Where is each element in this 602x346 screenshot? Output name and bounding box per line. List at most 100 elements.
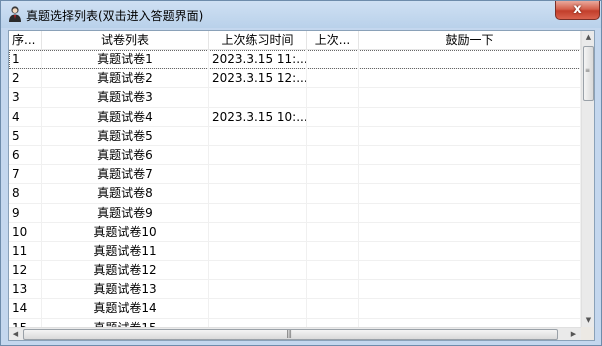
window-title: 真题选择列表(双击进入答题界面) xyxy=(26,9,204,23)
encouragement xyxy=(359,107,581,127)
row-number: 1 xyxy=(9,50,42,69)
last-score xyxy=(307,126,359,146)
last-score xyxy=(307,299,359,319)
table-row[interactable]: 13 真题试卷13 xyxy=(9,280,581,300)
last-practice-time xyxy=(209,241,307,261)
encouragement xyxy=(359,184,581,204)
table-row[interactable]: 8 真题试卷8 xyxy=(9,184,581,204)
encouragement xyxy=(359,165,581,185)
last-practice-time xyxy=(209,280,307,300)
row-number: 2 xyxy=(9,69,42,89)
scroll-down-icon[interactable]: ▼ xyxy=(582,314,594,327)
exam-name: 真题试卷9 xyxy=(42,203,209,223)
table-row[interactable]: 2 真题试卷2 2023.3.15 12:... xyxy=(9,69,581,89)
row-number: 9 xyxy=(9,203,42,223)
column-header-exam-list[interactable]: 试卷列表 xyxy=(42,31,209,49)
exam-name: 真题试卷8 xyxy=(42,184,209,204)
last-practice-time xyxy=(209,203,307,223)
last-score xyxy=(307,165,359,185)
encouragement xyxy=(359,299,581,319)
last-practice-time: 2023.3.15 11:... xyxy=(209,50,307,69)
exam-name: 真题试卷3 xyxy=(42,88,209,108)
encouragement xyxy=(359,69,581,89)
last-score xyxy=(307,88,359,108)
horizontal-scroll-thumb[interactable]: ||| xyxy=(23,329,558,340)
table-row[interactable]: 4 真题试卷4 2023.3.15 10:... xyxy=(9,107,581,127)
person-icon xyxy=(9,6,21,22)
title-bar[interactable]: 真题选择列表(双击进入答题界面) x xyxy=(1,1,601,27)
last-score xyxy=(307,280,359,300)
last-practice-time xyxy=(209,299,307,319)
last-score xyxy=(307,107,359,127)
exam-name: 真题试卷12 xyxy=(42,261,209,281)
close-button[interactable]: x xyxy=(555,1,600,20)
close-icon: x xyxy=(573,2,582,17)
last-score xyxy=(307,69,359,89)
table-row[interactable]: 1 真题试卷1 2023.3.15 11:... xyxy=(9,50,581,70)
encouragement xyxy=(359,145,581,165)
exam-name: 真题试卷5 xyxy=(42,126,209,146)
exam-name: 真题试卷1 xyxy=(42,50,209,69)
table-body: 1 真题试卷1 2023.3.15 11:... 2 真题试卷2 2023.3.… xyxy=(9,50,581,338)
grip-icon: ||| xyxy=(286,329,292,338)
scroll-left-icon[interactable]: ◀ xyxy=(9,328,22,340)
table-row[interactable]: 7 真题试卷7 xyxy=(9,165,581,185)
table-row[interactable]: 9 真题试卷9 xyxy=(9,203,581,223)
row-number: 3 xyxy=(9,88,42,108)
scroll-up-icon[interactable]: ▲ xyxy=(582,31,594,44)
last-practice-time xyxy=(209,261,307,281)
grip-icon: ≡ xyxy=(585,67,590,74)
row-number: 6 xyxy=(9,145,42,165)
table-row[interactable]: 6 真题试卷6 xyxy=(9,145,581,166)
exam-name: 真题试卷11 xyxy=(42,241,209,261)
last-practice-time xyxy=(209,145,307,165)
table-row[interactable]: 5 真题试卷5 xyxy=(9,126,581,146)
table-row[interactable]: 3 真题试卷3 xyxy=(9,88,581,108)
exam-list-view[interactable]: 序... 试卷列表 上次练习时间 上次... 鼓励一下 1 真题试卷1 2023… xyxy=(8,30,595,341)
row-number: 5 xyxy=(9,126,42,146)
row-number: 4 xyxy=(9,107,42,127)
last-practice-time xyxy=(209,88,307,108)
last-practice-time xyxy=(209,126,307,146)
last-score xyxy=(307,145,359,165)
column-header-last-score[interactable]: 上次... xyxy=(307,31,359,49)
last-practice-time xyxy=(209,184,307,204)
exam-name: 真题试卷14 xyxy=(42,299,209,319)
last-score xyxy=(307,241,359,261)
vertical-scroll-thumb[interactable]: ≡ xyxy=(583,46,594,101)
column-header-encouragement[interactable]: 鼓励一下 xyxy=(359,31,581,49)
column-header-last-practice-time[interactable]: 上次练习时间 xyxy=(209,31,307,49)
scrollbar-corner xyxy=(581,327,594,340)
row-number: 8 xyxy=(9,184,42,204)
exam-name: 真题试卷4 xyxy=(42,107,209,127)
exam-name: 真题试卷7 xyxy=(42,165,209,185)
last-score xyxy=(307,184,359,204)
last-score xyxy=(307,222,359,242)
last-score xyxy=(307,203,359,223)
row-number: 7 xyxy=(9,165,42,185)
horizontal-scrollbar[interactable]: ◀ ||| ▶ xyxy=(9,327,581,340)
dialog-window: 真题选择列表(双击进入答题界面) x 序... 试卷列表 上次练习时间 上次..… xyxy=(0,0,602,346)
encouragement xyxy=(359,126,581,146)
last-practice-time xyxy=(209,165,307,185)
table-row[interactable]: 14 真题试卷14 xyxy=(9,299,581,319)
encouragement xyxy=(359,222,581,242)
encouragement xyxy=(359,241,581,261)
encouragement xyxy=(359,88,581,108)
encouragement xyxy=(359,203,581,223)
table-row[interactable]: 12 真题试卷12 xyxy=(9,261,581,281)
column-header-number[interactable]: 序... xyxy=(9,31,42,49)
exam-name: 真题试卷13 xyxy=(42,280,209,300)
last-practice-time: 2023.3.15 10:... xyxy=(209,107,307,127)
row-number: 14 xyxy=(9,299,42,319)
table-header: 序... 试卷列表 上次练习时间 上次... 鼓励一下 xyxy=(9,31,581,50)
row-number: 10 xyxy=(9,222,42,242)
vertical-scrollbar[interactable]: ▲ ≡ ▼ xyxy=(581,31,594,328)
scroll-right-icon[interactable]: ▶ xyxy=(567,328,580,340)
row-number: 11 xyxy=(9,241,42,261)
last-practice-time xyxy=(209,222,307,242)
table-row[interactable]: 11 真题试卷11 xyxy=(9,241,581,262)
table-row[interactable]: 10 真题试卷10 xyxy=(9,222,581,242)
exam-name: 真题试卷6 xyxy=(42,145,209,165)
last-score xyxy=(307,261,359,281)
